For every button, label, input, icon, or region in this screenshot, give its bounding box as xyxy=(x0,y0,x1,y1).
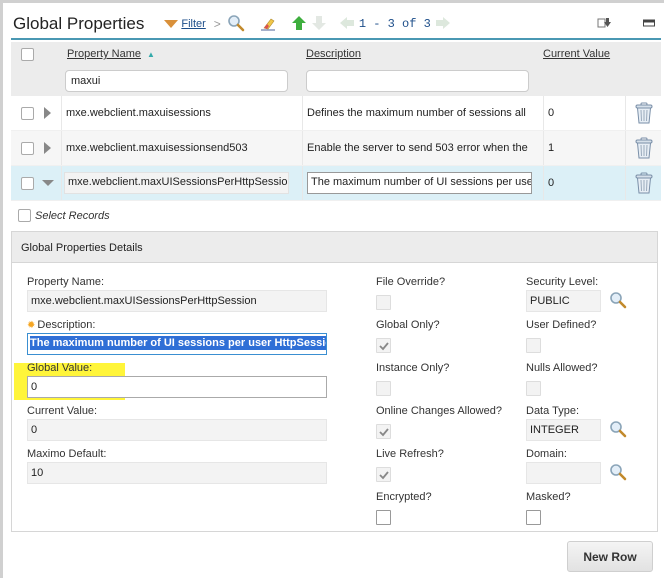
instance-only-label: Instance Only? xyxy=(376,362,450,374)
row-current-value: 0 xyxy=(548,177,555,189)
table-title: Global Properties xyxy=(13,14,145,33)
expand-row-icon[interactable] xyxy=(44,142,51,154)
row-property-name-field[interactable]: mxe.webclient.maxUISessionsPerHttpSessio… xyxy=(64,172,289,194)
user-defined-checkbox xyxy=(526,338,541,353)
column-header-description[interactable]: Description xyxy=(306,48,361,60)
search-icon[interactable] xyxy=(227,14,245,35)
nulls-allowed-checkbox xyxy=(526,381,541,396)
select-records-checkbox[interactable] xyxy=(18,209,31,222)
row-current-value: 1 xyxy=(548,142,555,154)
file-override-label: File Override? xyxy=(376,276,446,288)
live-refresh-checkbox xyxy=(376,467,391,482)
delete-row-button[interactable] xyxy=(625,166,661,200)
row-description: Enable the server to send 503 error when… xyxy=(307,142,528,154)
minimize-icon[interactable] xyxy=(643,18,655,30)
select-records-toggle[interactable]: Select Records xyxy=(18,209,110,222)
online-changes-label: Online Changes Allowed? xyxy=(376,405,502,417)
property-name-filter-input[interactable] xyxy=(65,70,288,92)
nulls-allowed-label: Nulls Allowed? xyxy=(526,362,598,374)
global-value-input[interactable]: 0 xyxy=(27,376,327,398)
instance-only-checkbox xyxy=(376,381,391,396)
checkmark-icon xyxy=(379,471,389,480)
description-label-wrap: ✹ Description: xyxy=(27,319,95,331)
select-records-label: Select Records xyxy=(35,209,110,222)
current-value-field: 0 xyxy=(27,419,327,441)
filter-icon[interactable] xyxy=(164,20,179,28)
table-row[interactable]: mxe.webclient.maxuisessionsend503 Enable… xyxy=(11,131,661,166)
property-name-field[interactable]: mxe.webclient.maxUISessionsPerHttpSessio… xyxy=(27,290,327,312)
row-property-name: mxe.webclient.maxuisessions xyxy=(66,107,211,119)
current-value-label: Current Value: xyxy=(27,405,98,417)
table-toolbar: Global Properties Filter > 1 - 3 of 3 xyxy=(11,10,661,40)
live-refresh-label: Live Refresh? xyxy=(376,448,444,460)
download-icon[interactable] xyxy=(597,17,611,32)
row-checkbox[interactable] xyxy=(21,106,34,120)
previous-page-icon[interactable] xyxy=(339,16,355,33)
security-level-lookup-icon[interactable] xyxy=(609,291,627,312)
data-type-field[interactable]: INTEGER xyxy=(526,419,601,441)
row-property-name: mxe.webclient.maxuisessionsend503 xyxy=(66,142,248,154)
collapse-row-icon[interactable] xyxy=(42,180,54,186)
row-description-field[interactable]: The maximum number of UI sessions per us… xyxy=(307,172,532,194)
arrow-up-icon[interactable] xyxy=(291,15,307,34)
domain-lookup-icon[interactable] xyxy=(609,463,627,484)
chevron-right-icon: > xyxy=(213,17,221,31)
description-field[interactable]: The maximum number of UI sessions per us… xyxy=(27,333,327,355)
arrow-down-icon[interactable] xyxy=(311,15,327,34)
domain-label: Domain: xyxy=(526,448,567,460)
row-checkbox[interactable] xyxy=(21,176,34,190)
security-level-field[interactable]: PUBLIC xyxy=(526,290,601,312)
details-title: Global Properties Details xyxy=(12,232,657,263)
global-value-label: Global Value: xyxy=(27,362,93,374)
delete-row-button[interactable] xyxy=(625,96,661,130)
table-row-selected[interactable]: mxe.webclient.maxUISessionsPerHttpSessio… xyxy=(11,166,661,201)
encrypted-label: Encrypted? xyxy=(376,491,432,503)
masked-label: Masked? xyxy=(526,491,571,503)
column-header-current-value[interactable]: Current Value xyxy=(543,48,610,60)
pagination-text: 1 - 3 of 3 xyxy=(358,17,431,31)
clear-filter-icon[interactable] xyxy=(259,14,277,35)
description-value: The maximum number of UI sessions per us… xyxy=(30,336,326,350)
domain-field[interactable] xyxy=(526,462,601,484)
file-override-checkbox xyxy=(376,295,391,310)
next-page-icon[interactable] xyxy=(435,16,451,33)
global-only-checkbox xyxy=(376,338,391,353)
row-checkbox[interactable] xyxy=(21,141,34,155)
checkmark-icon xyxy=(379,342,389,351)
new-row-button[interactable]: New Row xyxy=(567,541,653,572)
row-description: Defines the maximum number of sessions a… xyxy=(307,107,526,119)
delete-row-button[interactable] xyxy=(625,131,661,165)
data-type-label: Data Type: xyxy=(526,405,579,417)
table-filter-row xyxy=(11,66,661,96)
description-filter-input[interactable] xyxy=(306,70,529,92)
security-level-label: Security Level: xyxy=(526,276,599,288)
encrypted-checkbox[interactable] xyxy=(376,510,391,525)
global-only-label: Global Only? xyxy=(376,319,440,331)
online-changes-checkbox xyxy=(376,424,391,439)
row-current-value: 0 xyxy=(548,107,555,119)
expand-row-icon[interactable] xyxy=(44,107,51,119)
masked-checkbox[interactable] xyxy=(526,510,541,525)
column-header-property-name[interactable]: Property Name xyxy=(67,48,141,60)
trash-icon[interactable] xyxy=(635,172,653,194)
maximo-default-field: 10 xyxy=(27,462,327,484)
property-name-label: Property Name: xyxy=(27,276,105,288)
filter-link[interactable]: Filter xyxy=(181,18,205,30)
maximo-default-label: Maximo Default: xyxy=(27,448,107,460)
checkmark-icon xyxy=(379,428,389,437)
table-row[interactable]: mxe.webclient.maxuisessions Defines the … xyxy=(11,96,661,131)
description-label: Description: xyxy=(37,319,96,331)
table-header-row: Property Name ▲ Description Current Valu… xyxy=(11,42,661,66)
trash-icon[interactable] xyxy=(635,137,653,159)
properties-table: Property Name ▲ Description Current Valu… xyxy=(11,42,661,201)
user-defined-label: User Defined? xyxy=(526,319,597,331)
trash-icon[interactable] xyxy=(635,102,653,124)
required-icon: ✹ xyxy=(27,320,36,331)
select-all-checkbox[interactable] xyxy=(21,47,34,61)
data-type-lookup-icon[interactable] xyxy=(609,420,627,441)
sort-icon[interactable]: ▲ xyxy=(147,50,155,59)
